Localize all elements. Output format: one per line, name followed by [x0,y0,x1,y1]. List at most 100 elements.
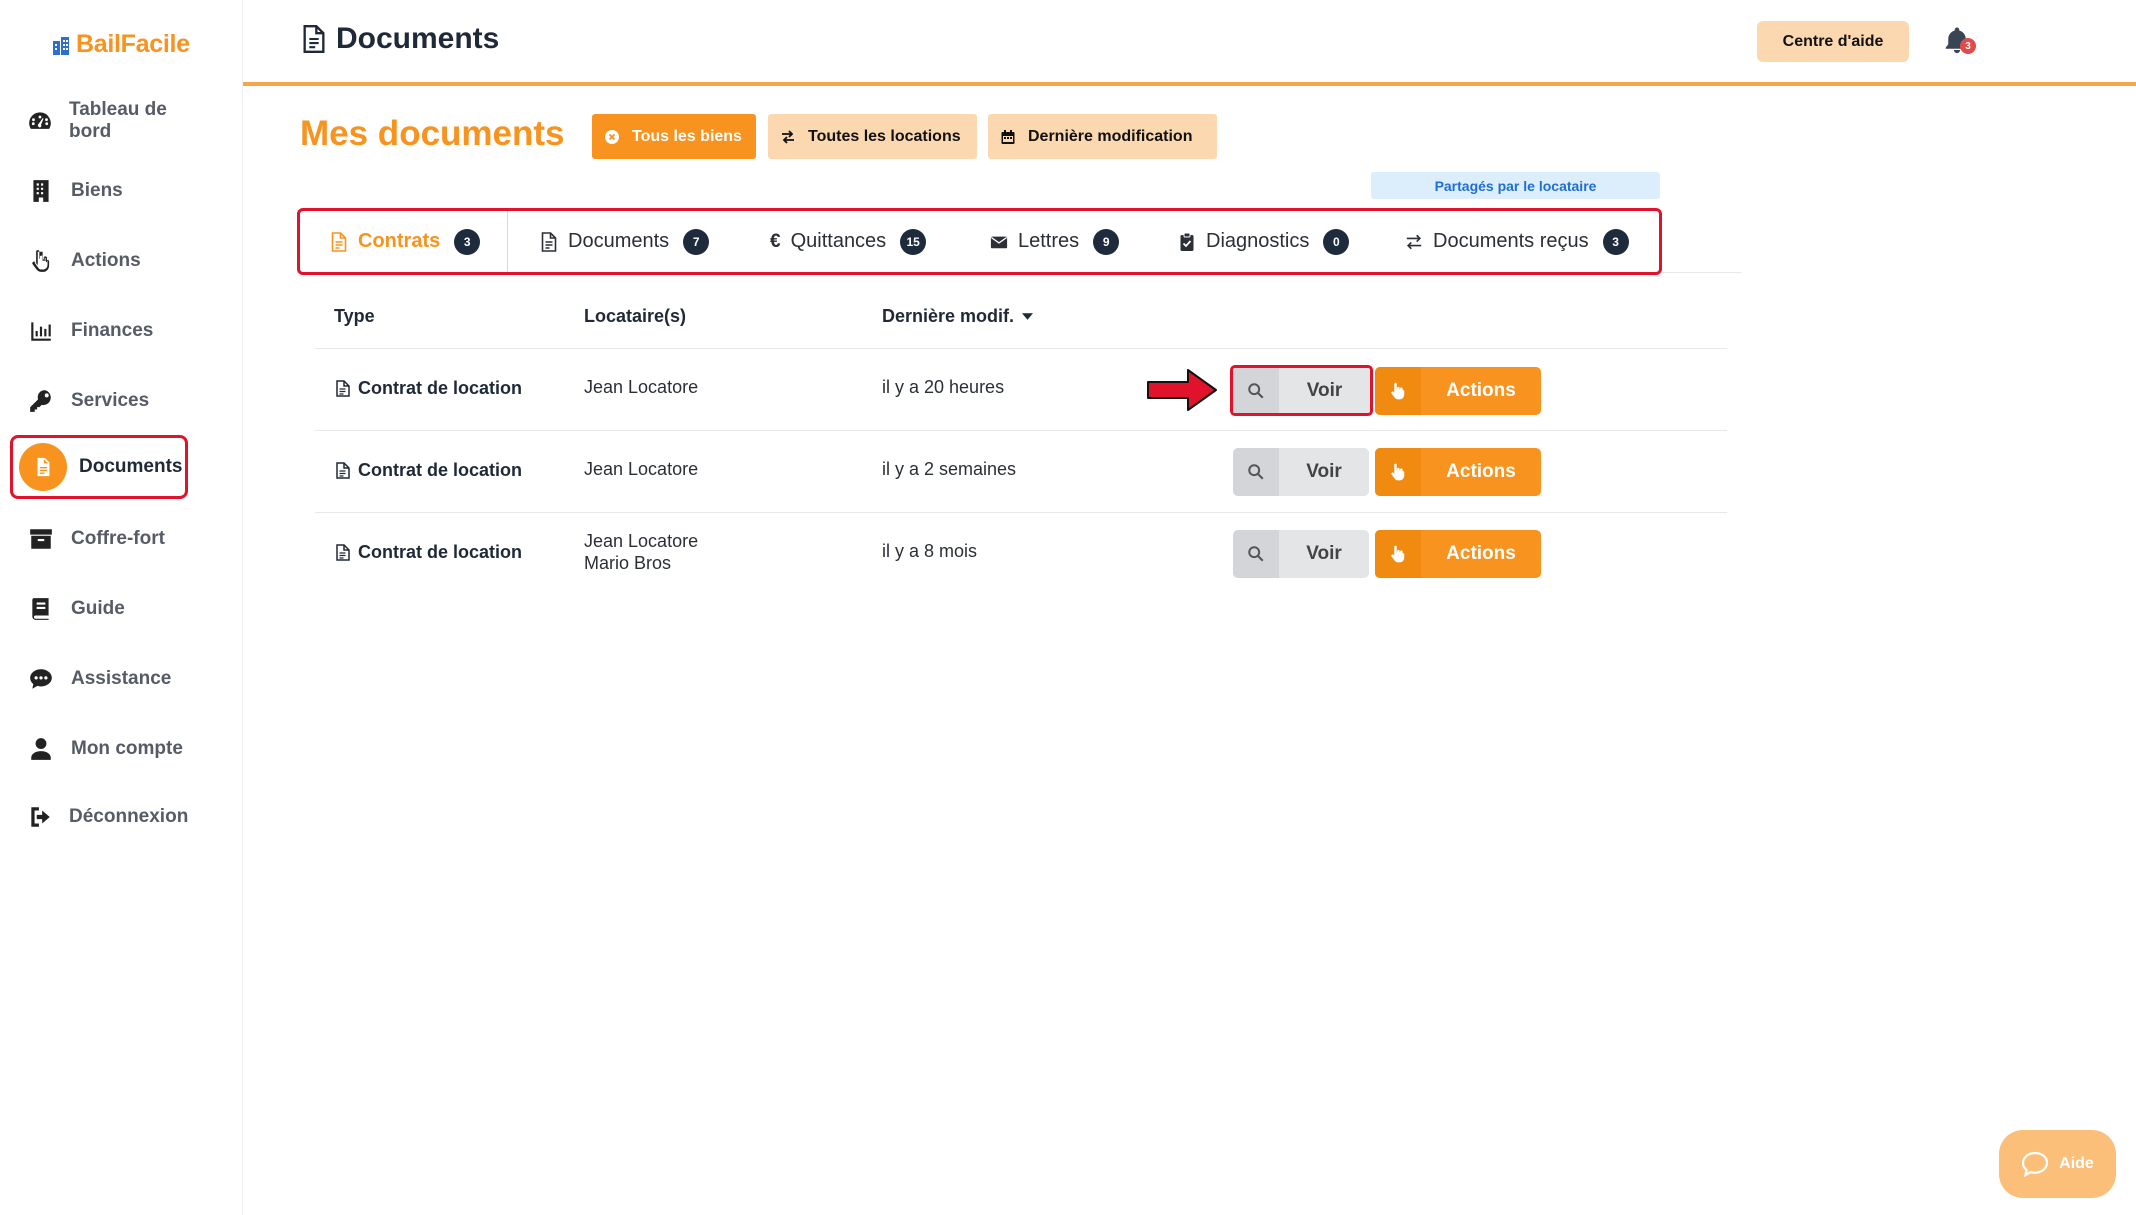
tab-diagnostics[interactable]: Diagnostics 0 [1178,211,1350,272]
tab-quittances[interactable]: € Quittances 15 [770,211,927,272]
brand-logo[interactable]: BailFacile [52,30,190,59]
document-icon [541,231,557,252]
tab-contrats[interactable]: Contrats 3 [330,211,481,272]
tab-label: Contrats [358,230,441,252]
view-button-label: Voir [1306,461,1342,482]
bar-chart-icon [27,317,55,345]
sidebar-item-label: Coffre-fort [71,528,165,549]
sidebar-item-tableau-de-bord[interactable]: Tableau de bord [10,89,188,153]
help-chat-button[interactable]: Aide [1999,1130,2116,1198]
actions-button[interactable]: Actions [1375,448,1541,496]
filter-rentals-button[interactable]: Toutes les locations [768,114,977,159]
document-icon [19,443,67,491]
sidebar-item-deconnexion[interactable]: Déconnexion [10,785,188,849]
sidebar-item-label: Actions [71,250,141,271]
sidebar-item-label: Tableau de bord [69,99,167,142]
table-row-3-tenants: Jean Locatore Mario Bros [584,530,698,574]
sidebar-item-documents[interactable]: Documents [10,435,188,499]
sidebar-item-label: Guide [71,598,125,619]
search-icon [1233,448,1279,496]
chat-bubble-icon [2022,1151,2049,1177]
shared-by-tenant-tag[interactable]: Partagés par le locataire [1371,172,1660,199]
sidebar-item-assistance[interactable]: Assistance [10,647,188,711]
tab-label: Lettres [1018,230,1080,252]
sidebar-item-coffre-fort[interactable]: Coffre-fort [10,507,188,571]
actions-button-label: Actions [1446,380,1516,401]
row-separator [315,512,1727,513]
filter-rentals-label: Toutes les locations [808,127,961,145]
sidebar-item-mon-compte[interactable]: Mon compte [10,717,188,781]
tab-separator [507,211,508,272]
sidebar-item-label: Services [71,390,150,411]
view-button[interactable]: Voir [1233,530,1369,578]
chat-icon [27,665,55,693]
tab-label: Documents [568,230,670,252]
sidebar-item-label: Documents [79,456,183,477]
dashboard-icon [27,107,53,135]
page-title: Documents [336,22,500,55]
filter-properties-label: Tous les biens [632,127,742,145]
sidebar-item-label: Finances [71,320,154,341]
tab-lettres[interactable]: Lettres 9 [990,211,1120,272]
table-row-3-modified: il y a 8 mois [882,541,978,561]
actions-button[interactable]: Actions [1375,530,1541,578]
hand-pointer-icon [27,247,55,275]
help-chat-label: Aide [2059,1155,2094,1172]
sidebar-item-label: Biens [71,180,123,201]
hand-pointer-icon [1375,530,1421,578]
book-icon [27,595,55,623]
sidebar-item-services[interactable]: Services [10,369,188,433]
tab-documents-recus[interactable]: Documents reçus 3 [1405,211,1629,272]
help-center-button[interactable]: Centre d'aide [1757,21,1909,62]
actions-button[interactable]: Actions [1375,367,1541,415]
sidebar-item-actions[interactable]: Actions [10,229,188,293]
sidebar-item-label: Assistance [71,668,172,689]
sidebar-item-biens[interactable]: Biens [10,159,188,223]
document-icon [336,544,350,561]
document-icon [303,25,325,53]
tab-count-badge: 15 [900,228,927,255]
clipboard-check-icon [1180,232,1194,251]
user-icon [27,735,55,763]
logout-icon [27,803,53,831]
tenant-name: Mario Bros [584,553,672,573]
document-icon [331,231,347,252]
notification-bell[interactable]: 3 [1942,24,1978,60]
table-row-2-type: Contrat de location [336,460,522,481]
document-type-label: Contrat de location [358,542,523,562]
row-separator [315,430,1727,431]
building-icon [27,177,55,205]
tab-label: Documents reçus [1433,230,1589,252]
row-separator [315,348,1727,349]
red-pointer-arrow-icon [1147,369,1217,411]
table-row-1-type: Contrat de location [336,378,522,399]
table-row-2-tenant: Jean Locatore [584,459,699,479]
column-header-tenants: Locataire(s) [584,306,687,326]
filter-properties-button[interactable]: Tous les biens [592,114,756,159]
sidebar-item-guide[interactable]: Guide [10,577,188,641]
document-icon [336,380,350,397]
sort-label: Dernière modification [1028,127,1193,145]
tab-documents[interactable]: Documents 7 [540,211,710,272]
sort-button[interactable]: Dernière modification [988,114,1217,159]
sidebar-item-finances[interactable]: Finances [10,299,188,363]
tab-count-badge: 7 [683,228,710,255]
euro-icon: € [770,230,781,252]
tab-count-badge: 3 [454,228,481,255]
exchange-icon [1406,234,1422,249]
close-circle-icon [605,129,619,144]
tab-label: Diagnostics [1206,230,1310,252]
document-type-label: Contrat de location [358,460,523,480]
calendar-icon [1001,129,1015,144]
view-button-label: Voir [1306,379,1343,401]
building-logo-icon [53,36,69,55]
table-row-3-type: Contrat de location [336,542,522,563]
column-header-modified[interactable]: Dernière modif. [882,306,1034,327]
caret-down-icon [1022,313,1034,320]
table-row-2-modified: il y a 2 semaines [882,459,1017,479]
tab-count-badge: 9 [1093,228,1120,255]
brand-name: BailFacile [76,30,190,58]
view-button[interactable]: Voir [1233,448,1369,496]
view-button[interactable]: Voir [1230,365,1373,416]
view-button-label: Voir [1306,543,1342,564]
